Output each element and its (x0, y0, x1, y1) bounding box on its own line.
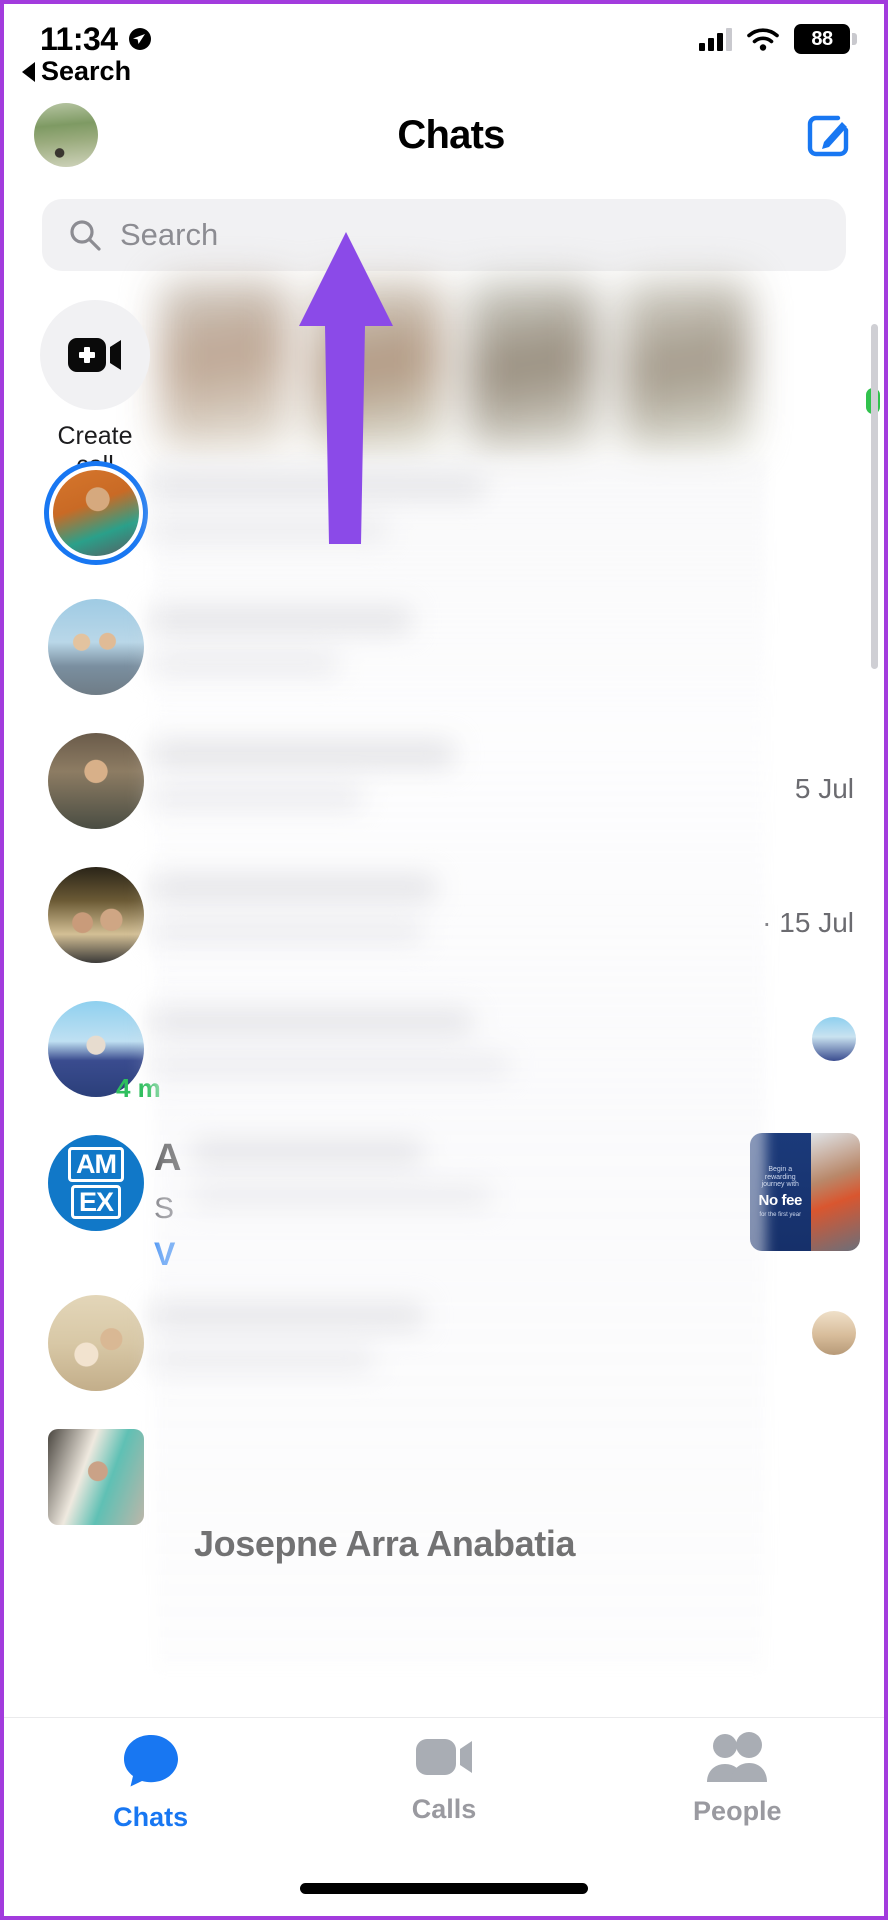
video-camera-icon (415, 1739, 472, 1775)
location-arrow-icon (128, 28, 151, 50)
search-input[interactable]: Search (42, 199, 846, 271)
people-icon (707, 1732, 768, 1782)
tab-bar: Chats Calls People (4, 1718, 884, 1858)
wifi-icon (747, 28, 779, 51)
timestamp: 5 Jul (794, 773, 854, 804)
back-triangle-icon (22, 61, 35, 82)
ad-thumbnail[interactable]: Begin a rewarding journey with No fee fo… (750, 1133, 860, 1251)
table-row[interactable] (4, 459, 884, 593)
table-row[interactable]: AM EX A S V Begin a rewarding journey wit… (4, 1129, 884, 1289)
avatar[interactable] (34, 103, 98, 167)
video-plus-icon (68, 338, 121, 372)
avatar[interactable] (48, 1429, 144, 1525)
table-row[interactable] (4, 1289, 884, 1423)
avatar[interactable] (48, 733, 144, 829)
status-bar-right: 88 (699, 24, 857, 54)
page-title: Chats (397, 112, 505, 157)
create-call-button[interactable]: Create call (40, 300, 150, 479)
search-placeholder: Search (120, 217, 219, 252)
chat-bubble-icon (123, 1735, 178, 1787)
tab-chats[interactable]: Chats (4, 1732, 297, 1833)
avatar[interactable] (48, 1295, 144, 1391)
annotation-arrow (299, 232, 393, 544)
chat-preview (154, 875, 766, 943)
table-row[interactable]: · 15 Jul (4, 861, 884, 995)
active-now-row: Create call (4, 279, 884, 480)
home-indicator[interactable] (300, 1883, 588, 1894)
chat-list[interactable]: 5 Jul · 15 Jul 4 m AM EX A S V Begin a r… (4, 459, 884, 1736)
compose-button[interactable] (804, 110, 854, 160)
status-time: 11:34 (40, 20, 118, 57)
list-item[interactable] (622, 279, 750, 450)
avatar[interactable] (48, 599, 144, 695)
chat-preview (154, 607, 766, 675)
chat-name-partial: A S V (154, 1137, 182, 1272)
table-row[interactable]: Josepne Arra Anabatia (4, 1423, 884, 1564)
search-icon (70, 220, 101, 251)
tab-calls-label: Calls (411, 1794, 477, 1824)
battery-percent: 88 (811, 27, 833, 50)
battery-icon: 88 (794, 24, 857, 54)
phone-screen: 11:34 88 Search Chats Search Create 5 Ju… (0, 0, 888, 1920)
tab-calls[interactable]: Calls (297, 1732, 590, 1825)
avatar-amex[interactable]: AM EX (48, 1135, 144, 1231)
tab-people-label: People (693, 1796, 782, 1826)
status-bar-left: 11:34 (40, 21, 152, 58)
message-thumbnail[interactable] (812, 1017, 856, 1061)
chat-name: Josepne Arra Anabatia (194, 1523, 576, 1564)
timestamp: · 15 Jul (762, 907, 854, 938)
tab-chats-label: Chats (113, 1802, 189, 1832)
cellular-signal-icon (699, 27, 732, 51)
create-call-bubble (40, 300, 150, 410)
chat-preview (154, 1303, 766, 1371)
back-nav-label: Search (41, 56, 132, 86)
compose-icon (807, 115, 849, 157)
chat-preview (154, 741, 766, 809)
status-badge: 4 m (116, 1073, 161, 1103)
table-row[interactable] (4, 593, 884, 727)
chat-preview (154, 1009, 766, 1077)
tab-people[interactable]: People (591, 1732, 884, 1827)
chat-preview (154, 473, 766, 541)
table-row[interactable]: 4 m (4, 995, 884, 1129)
table-row[interactable]: 5 Jul (4, 727, 884, 861)
chat-preview (192, 1139, 766, 1207)
back-to-search-link[interactable]: Search (22, 56, 131, 87)
list-item[interactable] (160, 279, 288, 450)
scrollbar[interactable] (871, 324, 878, 669)
active-stories-strip[interactable] (154, 262, 884, 467)
message-thumbnail[interactable] (812, 1311, 856, 1355)
amex-logo-icon: AM EX (48, 1135, 144, 1231)
avatar[interactable] (44, 461, 148, 565)
status-bar: 11:34 88 (4, 4, 884, 74)
list-item[interactable] (468, 279, 596, 450)
chats-header: Chats (4, 96, 884, 174)
avatar[interactable] (48, 867, 144, 963)
